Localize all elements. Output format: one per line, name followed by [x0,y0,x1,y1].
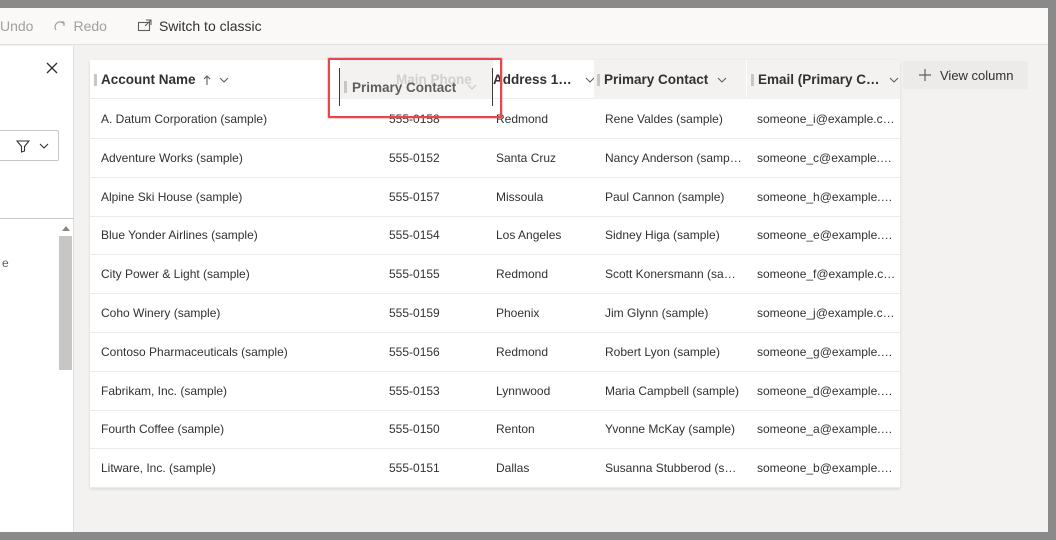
cell-email: someone_e@example.com [757,228,897,243]
cell-main-phone: 555-0153 [389,383,440,398]
table-row[interactable]: Coho Winery (sample) 555-0159 Phoenix Jim G… [90,294,900,333]
table-row[interactable]: Fourth Coffee (sample) 555-0150 Renton Yvon… [90,410,900,450]
cell-account-name[interactable]: Fourth Coffee (sample) [101,410,331,448]
table-row[interactable]: Blue Yonder Airlines (sample) 555-0154 Los… [90,216,900,256]
cell-address-city: Missoula [496,189,544,204]
view-column-label: View column [940,67,1014,83]
undo-label: Undo [0,18,34,34]
cell-account-name[interactable]: Fabrikam, Inc. (sample) [101,372,331,410]
cell-email: someone_c@example.com [757,150,897,165]
cell-address-city: Renton [496,422,535,437]
column-grip-icon[interactable] [94,73,97,86]
cell-email: someone_f@example.com [757,267,897,282]
column-grip-icon[interactable] [751,73,754,86]
cell-primary-contact[interactable]: Jim Glynn (sample) [605,294,743,332]
cell-primary-contact[interactable]: Nancy Anderson (sample) [605,139,743,177]
cell-account-name[interactable]: Adventure Works (sample) [101,139,331,177]
cell-account-name[interactable]: A. Datum Corporation (sample) [101,100,331,138]
cell-main-phone: 555-0157 [389,189,440,204]
cell-address-city: Los Angeles [496,228,562,243]
column-header-address-city[interactable]: Address 1: ... [493,60,596,99]
left-panel: e [0,46,74,532]
command-bar: Undo Redo Switch to classic [0,8,1048,45]
chevron-down-icon [889,77,899,83]
scrollbar-thumb[interactable] [59,236,72,370]
column-label: Primary Contact [604,72,709,87]
table-row[interactable]: Litware, Inc. (sample) 555-0151 Dallas Susa… [90,449,900,489]
chevron-down-icon [39,143,49,149]
cell-primary-contact[interactable]: Robert Lyon (sample) [605,333,743,371]
scroll-up-arrow-icon[interactable] [62,226,70,231]
cell-address-city: Lynnwood [496,383,551,398]
highlight-annotation [328,58,502,118]
cell-primary-contact[interactable]: Rene Valdes (sample) [605,100,743,138]
cell-primary-contact[interactable]: Scott Konersmann (sample) [605,255,743,293]
column-header-email[interactable]: Email (Primary Co... [747,60,900,99]
switch-icon [137,19,152,32]
table-row[interactable]: Fabrikam, Inc. (sample) 555-0153 Lynnwood M… [90,372,900,411]
cell-account-name[interactable]: City Power & Light (sample) [101,255,331,293]
cell-email: someone_g@example.com [757,344,897,359]
chevron-down-icon [717,77,727,83]
cell-address-city: Redmond [496,267,549,282]
cell-address-city: Santa Cruz [496,150,557,165]
filter-icon [16,139,30,153]
cell-address-city: Redmond [496,112,549,126]
cell-main-phone: 555-0151 [389,461,440,476]
cell-email: someone_d@example.com [757,383,897,398]
app-frame: Undo Redo Switch to classic e Account Na… [0,8,1048,532]
redo-label: Redo [73,18,107,34]
cell-main-phone: 555-0159 [389,306,440,320]
cell-primary-contact[interactable]: Yvonne McKay (sample) [605,410,743,448]
close-icon[interactable] [44,60,60,76]
cell-email: someone_a@example.com [757,422,897,437]
truncated-text: e [2,256,9,270]
cell-main-phone: 555-0156 [389,344,440,359]
cell-email: someone_i@example.com [757,112,897,126]
cell-primary-contact[interactable]: Sidney Higa (sample) [605,216,743,254]
cell-account-name[interactable]: Contoso Pharmaceuticals (sample) [101,333,331,371]
cell-account-name[interactable]: Alpine Ski House (sample) [101,178,331,216]
table-row[interactable]: City Power & Light (sample) 555-0155 Redmo… [90,255,900,295]
redo-button[interactable]: Redo [45,8,114,45]
cell-main-phone: 555-0150 [389,422,440,437]
view-column-button[interactable]: View column [903,61,1028,89]
cell-address-city: Dallas [496,461,530,476]
panel-divider [0,218,74,219]
filter-dropdown[interactable] [0,130,59,161]
table-row[interactable]: Alpine Ski House (sample) 555-0157 Missoul… [90,178,900,217]
chevron-down-icon [219,77,228,83]
cell-email: someone_h@example.com [757,189,897,204]
cell-account-name[interactable]: Litware, Inc. (sample) [101,449,331,487]
column-label: Email (Primary Co... [758,72,880,87]
switch-label: Switch to classic [158,18,262,34]
column-header-account-name[interactable]: Account Name [94,60,344,99]
cell-primary-contact[interactable]: Paul Cannon (sample) [605,178,743,216]
cell-main-phone: 555-0155 [389,267,440,282]
table-row[interactable]: Contoso Pharmaceuticals (sample) 555-0156… [90,333,900,372]
undo-button[interactable]: Undo [0,8,41,45]
plus-icon [919,69,931,81]
cell-primary-contact[interactable]: Maria Campbell (sample) [605,372,743,410]
cell-email: someone_b@example.com [757,461,897,476]
redo-icon [54,21,66,31]
cell-account-name[interactable]: Coho Winery (sample) [101,294,331,332]
sort-ascending-icon [203,74,210,85]
cell-address-city: Redmond [496,344,549,359]
cell-address-city: Phoenix [496,306,540,320]
column-label: Account Name [101,72,196,87]
switch-to-classic-button[interactable]: Switch to classic [129,8,270,45]
cell-main-phone: 555-0154 [389,228,440,243]
column-grip-icon[interactable] [597,73,600,86]
column-header-primary-contact[interactable]: Primary Contact [594,60,746,99]
cell-main-phone: 555-0152 [389,150,440,165]
cell-account-name[interactable]: Blue Yonder Airlines (sample) [101,216,331,254]
cell-email: someone_j@example.com [757,306,897,320]
cell-primary-contact[interactable]: Susanna Stubberod (sample) [605,449,743,487]
table-row[interactable]: Adventure Works (sample) 555-0152 Santa Cr… [90,139,900,178]
accounts-grid: Account Name Main Phone Address 1: ... P… [90,60,900,489]
column-label: Address 1: ... [493,72,574,87]
